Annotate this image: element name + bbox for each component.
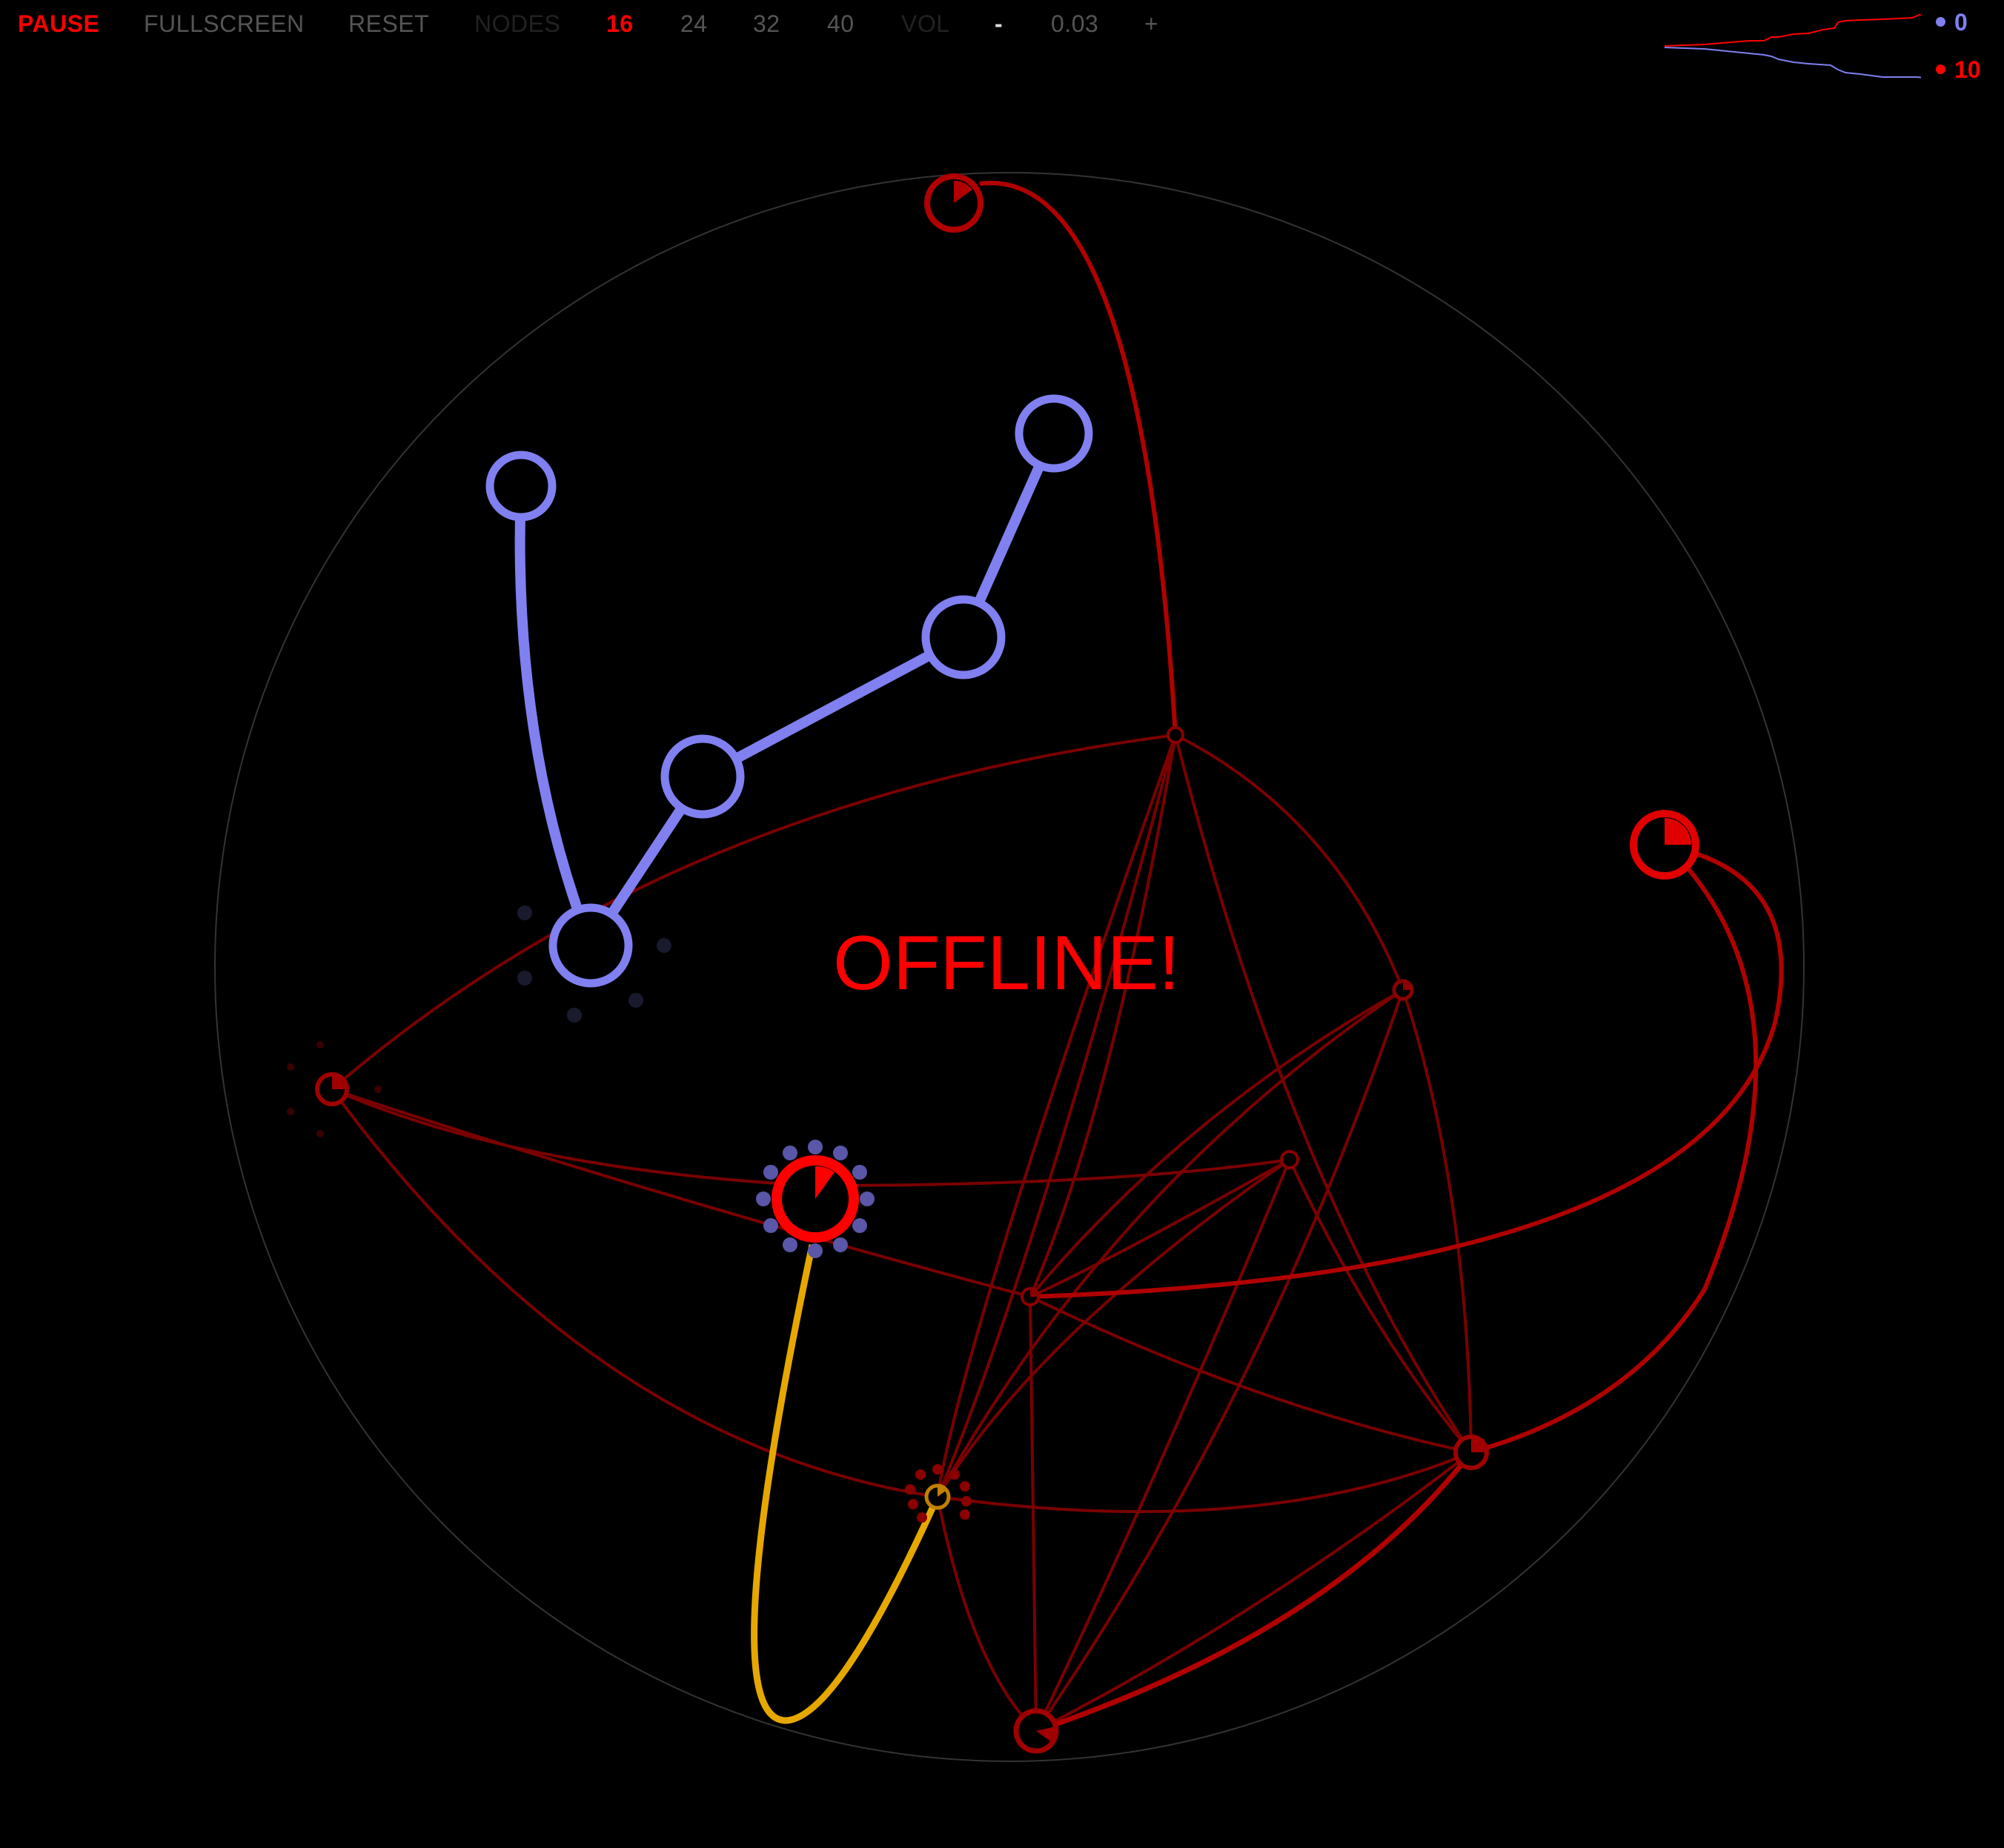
blue-nodes (485, 394, 1093, 988)
red-node[interactable] (1021, 1287, 1040, 1306)
ring-dot (517, 905, 532, 920)
blue-node[interactable] (548, 903, 633, 988)
game-stage: PAUSE FULLSCREEN RESET NODES 16 24 32 40… (0, 0, 2004, 1848)
link (937, 1451, 1472, 1513)
link (331, 1088, 816, 1187)
ring-dot (905, 1484, 915, 1495)
ring-dot (833, 1237, 848, 1252)
red-node[interactable] (1453, 1435, 1489, 1470)
link (1029, 1295, 1472, 1454)
red-node[interactable] (315, 1072, 349, 1106)
ring-dot (287, 1108, 294, 1115)
red-node[interactable] (924, 173, 983, 233)
link (936, 1496, 1038, 1732)
ring-dot (961, 1496, 972, 1506)
ring-dot (852, 1165, 867, 1180)
red-node[interactable] (1280, 1150, 1299, 1169)
red-network-links (331, 734, 1473, 1732)
blue-links (514, 428, 1059, 951)
ring-dot (808, 1140, 823, 1154)
main-red-node[interactable] (772, 1155, 859, 1243)
blue-node[interactable] (921, 595, 1006, 679)
ring-dot (783, 1146, 797, 1160)
link (1401, 989, 1473, 1453)
ring-dot (808, 1243, 823, 1258)
red-node[interactable] (1630, 810, 1699, 880)
ring-dot (852, 1218, 867, 1233)
ring-dot (756, 1191, 771, 1206)
link (514, 481, 596, 951)
ring-dot (287, 1063, 294, 1071)
link (331, 1088, 1031, 1298)
link (697, 632, 969, 782)
ring-dot (908, 1499, 918, 1509)
highlighted-link (751, 1244, 941, 1724)
ring-dot (960, 1481, 970, 1492)
link (1029, 1296, 1038, 1732)
ring-dot (833, 1146, 848, 1160)
ring-dot (949, 1469, 960, 1480)
ring-dot (932, 1464, 943, 1475)
ring-dot (628, 993, 643, 1008)
red-node[interactable] (1392, 979, 1414, 1001)
ring-dot (763, 1165, 778, 1180)
ring-dot (374, 1086, 382, 1093)
ring-dot (783, 1237, 797, 1252)
ring-dot (657, 938, 671, 953)
red-node[interactable] (1013, 1708, 1059, 1754)
connection-status: OFFLINE! (833, 920, 1181, 1006)
red-node[interactable] (1167, 726, 1184, 744)
link (1470, 844, 1759, 1455)
ring-dot (860, 1191, 875, 1206)
link (936, 734, 1177, 1498)
ring-dot (915, 1469, 926, 1480)
ring-dot (763, 1218, 778, 1233)
blue-node[interactable] (660, 734, 745, 819)
ring-dot (316, 1041, 324, 1048)
link (331, 734, 1176, 1091)
blue-node[interactable] (1015, 394, 1093, 473)
red-node-selected[interactable] (924, 1483, 951, 1510)
blue-node[interactable] (485, 451, 557, 522)
ring-dot (316, 1130, 324, 1137)
ring-dot (517, 971, 532, 986)
ring-dot (960, 1509, 970, 1520)
link (936, 734, 1177, 1498)
ring-dot (567, 1008, 582, 1023)
ring-dot (917, 1512, 927, 1523)
link (1035, 989, 1404, 1732)
link (936, 1158, 1291, 1498)
link (1174, 734, 1473, 1454)
